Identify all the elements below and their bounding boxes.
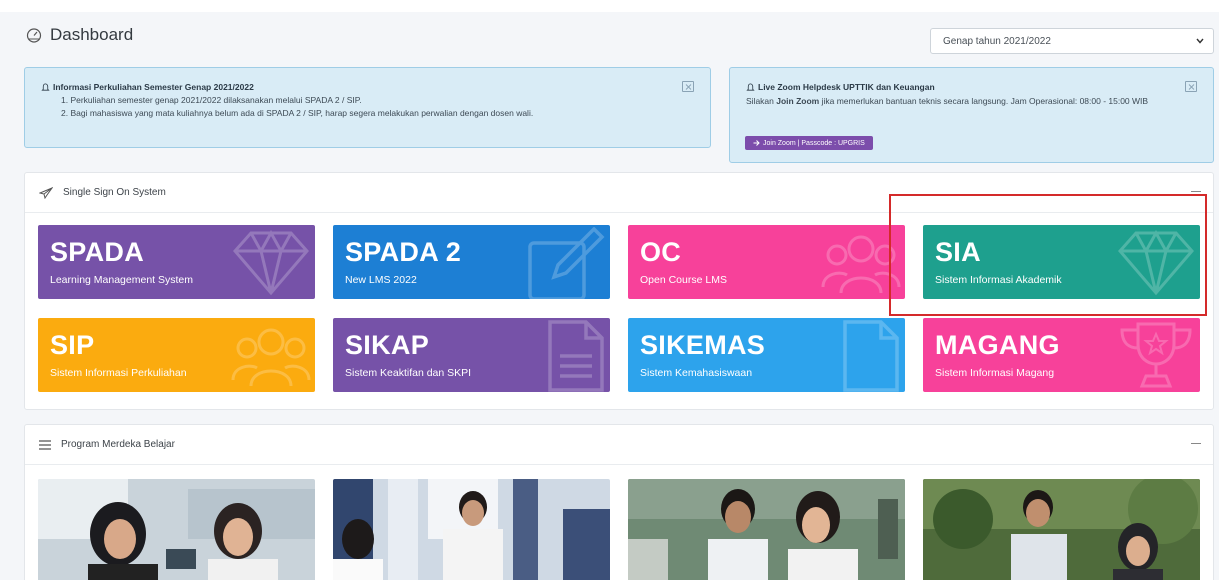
paper-plane-icon [39, 186, 53, 199]
semester-select[interactable]: Genap tahun 2021/2022 [930, 28, 1214, 54]
sso-card-title: Single Sign On System [63, 187, 166, 198]
page-title-text: Dashboard [50, 25, 134, 44]
info-alert-line-2: 2. Bagi mahasiswa yang mata kuliahnya be… [61, 108, 534, 118]
trophy-icon [1120, 322, 1192, 388]
bell-icon [41, 82, 50, 91]
tile-magang[interactable]: MAGANG Sistem Informasi Magang [923, 318, 1200, 392]
tile-spada[interactable]: SPADA Learning Management System [38, 225, 315, 299]
tile-sip[interactable]: SIP Sistem Informasi Perkuliahan [38, 318, 315, 392]
document-icon [548, 320, 604, 392]
minimize-icon[interactable] [1191, 443, 1201, 444]
top-bar [0, 0, 1219, 12]
diamond-icon [233, 229, 309, 296]
tile-sikap[interactable]: SIKAP Sistem Keaktifan dan SKPI [333, 318, 610, 392]
tile-spada-2[interactable]: SPADA 2 New LMS 2022 [333, 225, 610, 299]
edit-icon [528, 227, 605, 299]
close-icon[interactable] [682, 81, 694, 92]
program-card-header: Program Merdeka Belajar [25, 425, 1213, 465]
info-alert-title: Informasi Perkuliahan Semester Genap 202… [41, 82, 710, 92]
zoom-alert-title: Live Zoom Helpdesk UPTTIK dan Keuangan [746, 82, 1213, 92]
zoom-alert-body: Silakan Join Zoom jika memerlukan bantua… [746, 96, 1149, 106]
users-icon [231, 328, 311, 387]
info-alert: Informasi Perkuliahan Semester Genap 202… [24, 67, 711, 148]
photo-students-headsets[interactable] [38, 479, 315, 580]
minimize-icon[interactable] [1191, 191, 1201, 192]
dashboard-icon [26, 28, 42, 43]
info-alert-line-1: 1. Perkuliahan semester genap 2021/2022 … [61, 95, 362, 105]
file-icon [843, 320, 899, 392]
chevron-down-icon [1196, 38, 1204, 44]
close-icon[interactable] [1185, 81, 1197, 92]
page-title: Dashboard [26, 25, 133, 45]
tile-sikemas[interactable]: SIKEMAS Sistem Kemahasiswaan [628, 318, 905, 392]
bell-icon [746, 82, 755, 91]
join-zoom-button[interactable]: Join Zoom | Passcode : UPGRIS [745, 136, 873, 150]
arrow-right-icon [753, 140, 760, 146]
photo-students-classroom[interactable] [333, 479, 610, 580]
semester-select-value: Genap tahun 2021/2022 [943, 36, 1051, 47]
highlight-box [889, 194, 1207, 316]
tile-oc[interactable]: OC Open Course LMS [628, 225, 905, 299]
program-card-title: Program Merdeka Belajar [61, 439, 175, 450]
photo-students-lab[interactable] [628, 479, 905, 580]
photo-students-outdoor[interactable] [923, 479, 1200, 580]
menu-icon [39, 439, 51, 450]
zoom-alert: Live Zoom Helpdesk UPTTIK dan Keuangan S… [729, 67, 1214, 163]
